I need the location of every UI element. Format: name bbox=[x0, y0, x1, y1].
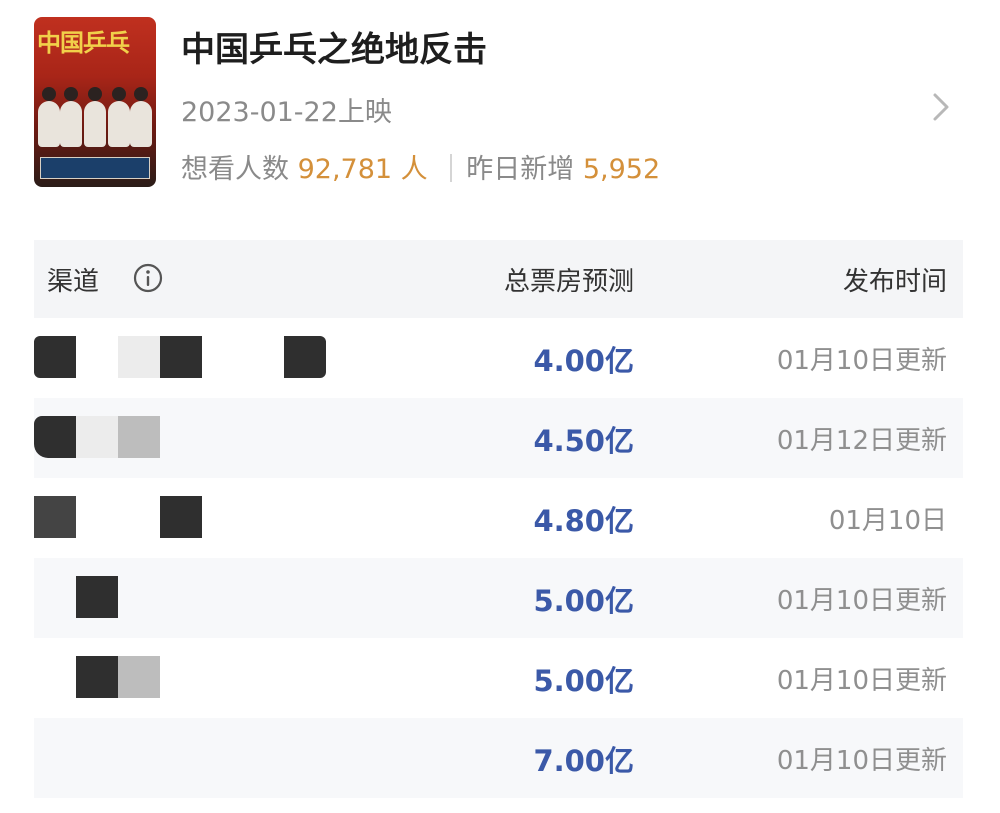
poster-title: 中国乒乓 bbox=[37, 28, 130, 57]
poster-figures bbox=[38, 79, 152, 149]
movie-card[interactable]: 中国乒乓 中国乒乓之绝地反击 2023-01-22上映 想看人数 92,781 … bbox=[0, 0, 1000, 210]
table-row: 4.50亿 01月12日更新 bbox=[34, 398, 963, 478]
info-icon[interactable] bbox=[132, 262, 164, 294]
table-row: 4.00亿 01月10日更新 bbox=[34, 318, 963, 398]
forecast-value: 7.00亿 bbox=[533, 744, 634, 778]
table-row: 4.80亿 01月10日 bbox=[34, 478, 963, 558]
table-row: 7.00亿 01月10日更新 bbox=[34, 718, 963, 798]
publish-time: 01月10日 bbox=[828, 506, 947, 536]
table-row: 5.00亿 01月10日更新 bbox=[34, 558, 963, 638]
want-label: 想看人数 bbox=[181, 154, 289, 185]
table-header: 渠道 总票房预测 发布时间 bbox=[34, 240, 963, 318]
forecast-table: 渠道 总票房预测 发布时间 4.00亿 01月10日更新 4.50亿 01月12… bbox=[34, 240, 963, 798]
publish-time: 01月10日更新 bbox=[776, 346, 947, 376]
want-count: 92,781 人 bbox=[297, 154, 428, 185]
forecast-value: 4.00亿 bbox=[533, 344, 634, 378]
forecast-value: 5.00亿 bbox=[533, 584, 634, 618]
movie-stats: 想看人数 92,781 人 昨日新增 5,952 bbox=[181, 147, 660, 186]
forecast-value: 4.80亿 bbox=[533, 504, 634, 538]
release-date: 2023-01-22上映 bbox=[181, 97, 392, 128]
publish-time: 01月10日更新 bbox=[776, 746, 947, 776]
header-forecast: 总票房预测 bbox=[503, 267, 634, 297]
new-count: 5,952 bbox=[582, 154, 661, 185]
table-row: 5.00亿 01月10日更新 bbox=[34, 638, 963, 718]
chevron-right-icon[interactable] bbox=[930, 92, 952, 122]
movie-poster[interactable]: 中国乒乓 bbox=[34, 17, 156, 187]
header-time: 发布时间 bbox=[842, 267, 947, 297]
publish-time: 01月10日更新 bbox=[776, 586, 947, 616]
stats-divider bbox=[450, 154, 453, 182]
poster-ping-pong-table bbox=[40, 157, 150, 179]
forecast-value: 5.00亿 bbox=[533, 664, 634, 698]
publish-time: 01月12日更新 bbox=[776, 426, 947, 456]
header-channel: 渠道 bbox=[47, 267, 100, 297]
new-label: 昨日新增 bbox=[466, 154, 575, 185]
movie-title: 中国乒乓之绝地反击 bbox=[181, 30, 487, 70]
publish-time: 01月10日更新 bbox=[776, 666, 947, 696]
forecast-value: 4.50亿 bbox=[533, 424, 634, 458]
